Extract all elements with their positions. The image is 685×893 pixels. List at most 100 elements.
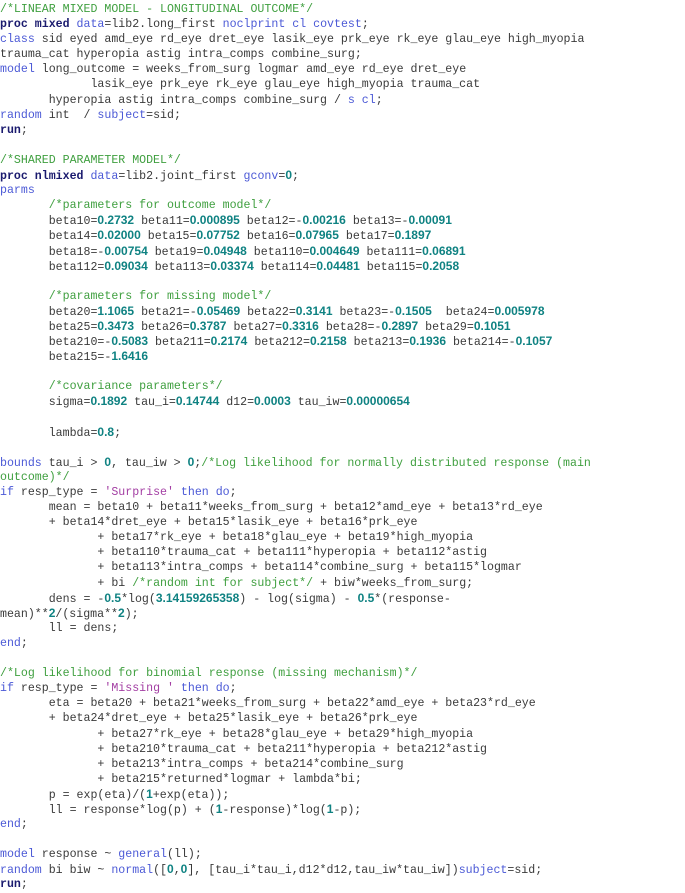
code-text: tau_i >	[41, 456, 105, 470]
code-proc-keyword: proc nlmixed	[0, 170, 84, 184]
code-text: hyperopia astig intra_comps combine_surg…	[0, 93, 348, 107]
code-line: + beta113*intra_comps + beta114*combine_…	[0, 560, 685, 575]
code-line: sigma=0.1892 tau_i=0.14744 d12=0.0003 ta…	[0, 394, 685, 409]
code-number: 3.14159265358	[155, 590, 240, 605]
code-text: beta14=	[0, 230, 98, 244]
code-line: + beta24*dret_eye + beta25*lasik_eye + b…	[0, 711, 685, 726]
code-text: beta16=	[239, 230, 296, 244]
code-number: 0.8	[97, 424, 115, 439]
code-keyword: class	[0, 33, 35, 47]
code-number: 0.00000654	[346, 394, 410, 409]
code-text: tau_iw=	[290, 396, 347, 410]
code-number: 0.09034	[104, 258, 148, 273]
code-line: end;	[0, 817, 685, 832]
code-keyword: data	[76, 18, 105, 32]
code-text: ;	[20, 818, 28, 832]
code-number: 0.1505	[395, 303, 432, 318]
code-text: response ~	[34, 848, 119, 862]
code-keyword: normal	[111, 864, 154, 878]
code-keyword: end	[0, 818, 21, 832]
code-line: beta210=-0.5083 beta211=0.2174 beta212=0…	[0, 334, 685, 349]
code-line: trauma_cat hyperopia astig intra_comps c…	[0, 47, 685, 62]
code-text: beta115=	[359, 260, 423, 274]
code-number: 0.2058	[422, 258, 460, 273]
code-number: 0.04948	[203, 243, 247, 258]
code-text: ;	[20, 636, 28, 650]
code-text: mean = beta10 + beta11*weeks_from_surg +…	[0, 501, 543, 515]
code-text: =sid;	[146, 108, 181, 122]
code-text: ;	[114, 426, 122, 440]
code-line: beta18=-0.00754 beta19=0.04948 beta110=0…	[0, 244, 685, 259]
code-line: + beta27*rk_eye + beta28*glau_eye + beta…	[0, 727, 685, 742]
code-text: +exp(eta));	[152, 788, 230, 802]
code-text: *log(	[121, 592, 156, 606]
code-number: 0.07752	[196, 228, 240, 243]
code-text: d12=	[219, 396, 255, 410]
code-text: mean)**	[0, 607, 49, 621]
code-text: + beta113*intra_comps + beta114*combine_…	[0, 561, 522, 575]
code-number: 0.1051	[473, 318, 511, 333]
code-text: dens = -	[0, 592, 105, 606]
code-text: ], [tau_i*tau_i,d12*d12,tau_iw*tau_iw])	[187, 864, 459, 878]
code-text: beta211=	[148, 336, 211, 350]
code-keyword: subject	[97, 108, 147, 122]
code-keyword: noclprint cl covtest	[222, 18, 362, 32]
code-comment: /*random int for subject*/	[132, 576, 314, 590]
code-comment: outcome)*/	[0, 470, 70, 484]
code-text: lasik_eye prk_eye rk_eye glau_eye high_m…	[0, 78, 481, 92]
code-line: beta215=-1.6416	[0, 349, 685, 364]
code-text: , tau_iw >	[111, 456, 188, 470]
code-number: 0.00091	[408, 213, 452, 228]
code-keyword: gconv	[243, 170, 279, 184]
code-line: end;	[0, 636, 685, 651]
code-number: 0.2174	[210, 334, 248, 349]
code-line: + beta17*rk_eye + beta18*glau_eye + beta…	[0, 530, 685, 545]
code-text: beta20=	[0, 305, 98, 319]
code-number: 0.2897	[381, 318, 419, 333]
code-line: + bi /*random int for subject*/ + biw*we…	[0, 576, 685, 591]
code-line: hyperopia astig intra_comps combine_surg…	[0, 93, 685, 108]
code-line: mean = beta10 + beta11*weeks_from_surg +…	[0, 500, 685, 515]
code-line: /*covariance parameters*/	[0, 379, 685, 394]
code-line: /*SHARED PARAMETER MODEL*/	[0, 153, 685, 168]
code-line: beta10=0.2732 beta11=0.000895 beta12=-0.…	[0, 213, 685, 228]
code-text: int /	[41, 108, 98, 122]
code-text: beta111=	[359, 245, 423, 259]
code-line: random int / subject=sid;	[0, 108, 685, 123]
code-number: 0.3473	[97, 318, 135, 333]
code-keyword: subject	[458, 864, 508, 878]
code-text: + beta110*trauma_cat + beta111*hyperopia…	[0, 546, 488, 560]
code-number: 0.04481	[316, 258, 360, 273]
code-line: beta25=0.3473 beta26=0.3787 beta27=0.331…	[0, 319, 685, 334]
code-text: beta210=-	[0, 336, 112, 350]
code-text: ;	[20, 878, 28, 892]
code-number: 0.3316	[282, 318, 319, 333]
code-text: beta21=-	[134, 305, 197, 319]
code-line: if resp_type = 'Missing ' then do;	[0, 681, 685, 696]
code-text: p = exp(eta)/(	[0, 788, 147, 802]
code-text: -p);	[333, 803, 362, 817]
code-line: + beta14*dret_eye + beta15*lasik_eye + b…	[0, 515, 685, 530]
code-text: ;	[20, 123, 28, 137]
code-line: if resp_type = 'Surprise' then do;	[0, 485, 685, 500]
code-text: =sid;	[507, 864, 543, 878]
code-comment: /*parameters for missing model*/	[48, 289, 272, 303]
code-text: );	[124, 607, 139, 621]
code-text: + beta24*dret_eye + beta25*lasik_eye + b…	[0, 712, 418, 726]
code-text: resp_type =	[13, 682, 105, 696]
code-number: 0.1897	[394, 228, 432, 243]
code-number: 0.1892	[90, 394, 128, 409]
code-keyword: random	[0, 864, 42, 878]
code-text: beta17=	[338, 230, 395, 244]
code-text: beta113=	[147, 260, 211, 274]
code-number: 0.3787	[189, 318, 227, 333]
code-line: beta112=0.09034 beta113=0.03374 beta114=…	[0, 259, 685, 274]
code-text: ;	[375, 93, 383, 107]
code-text: beta213=	[346, 336, 410, 350]
